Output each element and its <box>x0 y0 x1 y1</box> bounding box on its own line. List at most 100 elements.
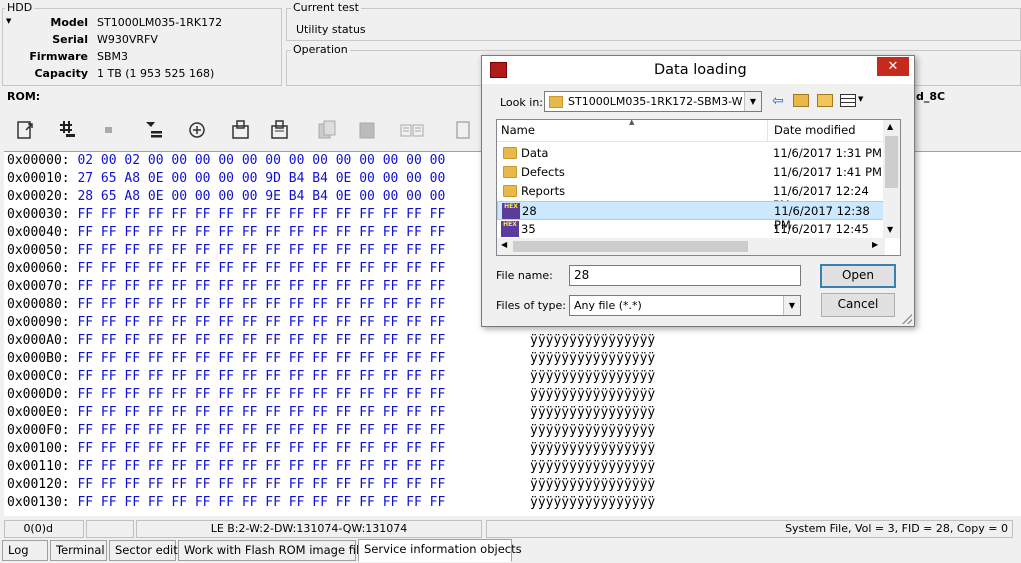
scroll-up-icon[interactable]: ▲ <box>887 122 893 131</box>
hex-row[interactable]: 0x00080: FF FF FF FF FF FF FF FF FF FF F… <box>7 296 445 314</box>
hex-ascii[interactable]: ÿÿÿÿÿÿÿÿÿÿÿÿÿÿÿÿ <box>530 368 655 386</box>
hex-row[interactable]: 0x00010: 27 65 A8 0E 00 00 00 00 9D B4 B… <box>7 170 445 188</box>
hex-bytes[interactable]: FF FF FF FF FF FF FF FF FF FF FF FF FF F… <box>77 351 445 366</box>
hex-bytes[interactable]: FF FF FF FF FF FF FF FF FF FF FF FF FF F… <box>77 333 445 348</box>
resize-grip-icon[interactable] <box>902 314 912 324</box>
file-list-item[interactable]: Defects 11/6/2017 1:41 PM <box>497 163 885 182</box>
scroll-thumb[interactable] <box>885 136 898 188</box>
hex-ascii[interactable]: ÿÿÿÿÿÿÿÿÿÿÿÿÿÿÿÿ <box>530 476 655 494</box>
hex-row[interactable]: 0x00030: FF FF FF FF FF FF FF FF FF FF F… <box>7 206 445 224</box>
scroll-right-icon[interactable]: ▶ <box>872 240 878 249</box>
hex-bytes[interactable]: FF FF FF FF FF FF FF FF FF FF FF FF FF F… <box>77 495 445 510</box>
download-icon[interactable] <box>138 115 168 145</box>
copy-icon[interactable] <box>312 115 342 145</box>
hex-row[interactable]: 0x00130: FF FF FF FF FF FF FF FF FF FF F… <box>7 494 655 512</box>
hex-row[interactable]: 0x00050: FF FF FF FF FF FF FF FF FF FF F… <box>7 242 445 260</box>
vertical-scrollbar[interactable]: ▲ ▼ <box>883 120 900 238</box>
tab-terminal[interactable]: Terminal <box>50 540 107 561</box>
hex-bytes[interactable]: 02 00 02 00 00 00 00 00 00 00 00 00 00 0… <box>77 153 445 168</box>
hex-row[interactable]: 0x00090: FF FF FF FF FF FF FF FF FF FF F… <box>7 314 445 332</box>
tab-log[interactable]: Log <box>2 540 48 561</box>
save-as-icon[interactable] <box>265 115 295 145</box>
column-name[interactable]: Name <box>501 123 535 137</box>
open-file-icon[interactable] <box>10 115 40 145</box>
hex-bytes[interactable]: FF FF FF FF FF FF FF FF FF FF FF FF FF F… <box>77 207 445 222</box>
tab-sector-edit[interactable]: Sector edit <box>109 540 178 561</box>
tab-flash-rom[interactable]: Work with Flash ROM image file <box>178 540 366 561</box>
scroll-left-icon[interactable]: ◀ <box>501 240 507 249</box>
new-file-icon[interactable] <box>448 115 478 145</box>
files-of-type-select[interactable]: Any file (*.*) ▼ <box>569 295 801 316</box>
hex-bytes[interactable]: FF FF FF FF FF FF FF FF FF FF FF FF FF F… <box>77 369 445 384</box>
hex-row[interactable]: 0x000D0: FF FF FF FF FF FF FF FF FF FF F… <box>7 386 655 404</box>
hex-bytes[interactable]: FF FF FF FF FF FF FF FF FF FF FF FF FF F… <box>77 243 445 258</box>
hex-row[interactable]: 0x000A0: FF FF FF FF FF FF FF FF FF FF F… <box>7 332 655 350</box>
column-date-modified[interactable]: Date modified <box>774 123 856 137</box>
hex-row[interactable]: 0x000B0: FF FF FF FF FF FF FF FF FF FF F… <box>7 350 655 368</box>
hex-bytes[interactable]: FF FF FF FF FF FF FF FF FF FF FF FF FF F… <box>77 315 445 330</box>
hex-row[interactable]: 0x00100: FF FF FF FF FF FF FF FF FF FF F… <box>7 440 655 458</box>
horizontal-scrollbar[interactable]: ◀ ▶ <box>497 238 885 255</box>
hex-bytes[interactable]: FF FF FF FF FF FF FF FF FF FF FF FF FF F… <box>77 387 445 402</box>
hex-row[interactable]: 0x00000: 02 00 02 00 00 00 00 00 00 00 0… <box>7 152 445 170</box>
hex-ascii[interactable]: ÿÿÿÿÿÿÿÿÿÿÿÿÿÿÿÿ <box>530 350 655 368</box>
hex-bytes[interactable]: FF FF FF FF FF FF FF FF FF FF FF FF FF F… <box>77 477 445 492</box>
scroll-down-icon[interactable]: ▼ <box>887 225 893 234</box>
hex-row[interactable]: 0x000C0: FF FF FF FF FF FF FF FF FF FF F… <box>7 368 655 386</box>
view-menu-icon[interactable] <box>840 94 856 107</box>
hex-bytes[interactable]: 27 65 A8 0E 00 00 00 00 9D B4 B4 0E 00 0… <box>77 171 445 186</box>
hex-row[interactable]: 0x000F0: FF FF FF FF FF FF FF FF FF FF F… <box>7 422 655 440</box>
hdd-info-value: ST1000LM035-1RK172 <box>97 16 223 29</box>
back-icon[interactable]: ⇦ <box>772 93 784 109</box>
hex-ascii[interactable]: ÿÿÿÿÿÿÿÿÿÿÿÿÿÿÿÿ <box>530 440 655 458</box>
hex-bytes[interactable]: FF FF FF FF FF FF FF FF FF FF FF FF FF F… <box>77 261 445 276</box>
new-folder-icon[interactable] <box>817 94 833 107</box>
hex-row[interactable]: 0x00020: 28 65 A8 0E 00 00 00 00 9E B4 B… <box>7 188 445 206</box>
hex-row[interactable]: 0x00110: FF FF FF FF FF FF FF FF FF FF F… <box>7 458 655 476</box>
hex-row[interactable]: 0x000E0: FF FF FF FF FF FF FF FF FF FF F… <box>7 404 655 422</box>
chevron-down-icon[interactable]: ▼ <box>783 296 800 315</box>
hex-ascii[interactable]: ÿÿÿÿÿÿÿÿÿÿÿÿÿÿÿÿ <box>530 422 655 440</box>
hex-row[interactable]: 0x00070: FF FF FF FF FF FF FF FF FF FF F… <box>7 278 445 296</box>
hscroll-thumb[interactable] <box>513 241 748 252</box>
hex-bytes[interactable]: FF FF FF FF FF FF FF FF FF FF FF FF FF F… <box>77 405 445 420</box>
hex-row[interactable]: 0x00060: FF FF FF FF FF FF FF FF FF FF F… <box>7 260 445 278</box>
hex-bytes[interactable]: 28 65 A8 0E 00 00 00 00 9E B4 B4 0E 00 0… <box>77 189 445 204</box>
save-icon[interactable] <box>226 115 256 145</box>
hex-ascii[interactable]: ÿÿÿÿÿÿÿÿÿÿÿÿÿÿÿÿ <box>530 494 655 512</box>
hex-bytes[interactable]: FF FF FF FF FF FF FF FF FF FF FF FF FF F… <box>77 423 445 438</box>
up-folder-icon[interactable] <box>793 94 809 107</box>
hex-row[interactable]: 0x00120: FF FF FF FF FF FF FF FF FF FF F… <box>7 476 655 494</box>
column-divider[interactable] <box>767 120 768 142</box>
hex-bytes[interactable]: FF FF FF FF FF FF FF FF FF FF FF FF FF F… <box>77 297 445 312</box>
hex-ascii[interactable]: ÿÿÿÿÿÿÿÿÿÿÿÿÿÿÿÿ <box>530 386 655 404</box>
file-list[interactable]: Name ▲ Date modified Data 11/6/2017 1:31 … <box>496 119 901 256</box>
cancel-button[interactable]: Cancel <box>821 293 895 317</box>
close-icon[interactable]: ✕ <box>877 57 909 76</box>
file-list-item[interactable]: Reports11/6/2017 12:24 PM <box>497 182 885 212</box>
open-button[interactable]: Open <box>820 264 896 288</box>
hex-ascii[interactable]: ÿÿÿÿÿÿÿÿÿÿÿÿÿÿÿÿ <box>530 404 655 422</box>
look-in-select[interactable]: ST1000LM035-1RK172-SBM3-W930 ▼ <box>544 91 762 112</box>
file-name-input[interactable]: 28 <box>569 265 801 286</box>
file-list-item[interactable]: HEX 28 11/6/2017 12:38 PM <box>497 201 885 232</box>
dialog-titlebar[interactable]: Data loading ✕ <box>482 56 914 84</box>
hex-bytes[interactable]: FF FF FF FF FF FF FF FF FF FF FF FF FF F… <box>77 225 445 240</box>
file-name: Defects <box>521 165 565 179</box>
tab-service-info[interactable]: Service information objects <box>358 539 522 562</box>
hex-ascii[interactable]: ÿÿÿÿÿÿÿÿÿÿÿÿÿÿÿÿ <box>530 458 655 476</box>
file-list-item[interactable]: HEX3511/6/2017 12:45 PM <box>497 220 885 250</box>
grid-add-icon[interactable] <box>52 115 82 145</box>
hex-bytes[interactable]: FF FF FF FF FF FF FF FF FF FF FF FF FF F… <box>77 441 445 456</box>
hex-ascii[interactable]: ÿÿÿÿÿÿÿÿÿÿÿÿÿÿÿÿ <box>530 332 655 350</box>
hex-bytes[interactable]: FF FF FF FF FF FF FF FF FF FF FF FF FF F… <box>77 459 445 474</box>
file-list-item[interactable]: Data 11/6/2017 1:31 PM <box>497 144 885 163</box>
chevron-down-icon[interactable]: ▼ <box>744 92 761 111</box>
view-menu-chevron-icon[interactable]: ▼ <box>858 95 863 103</box>
compare-icon[interactable] <box>397 115 427 145</box>
paste-icon[interactable] <box>352 115 382 145</box>
refresh-icon[interactable] <box>182 115 212 145</box>
hex-bytes[interactable]: FF FF FF FF FF FF FF FF FF FF FF FF FF F… <box>77 279 445 294</box>
stop-icon[interactable] <box>94 115 124 145</box>
hex-row[interactable]: 0x00040: FF FF FF FF FF FF FF FF FF FF F… <box>7 224 445 242</box>
